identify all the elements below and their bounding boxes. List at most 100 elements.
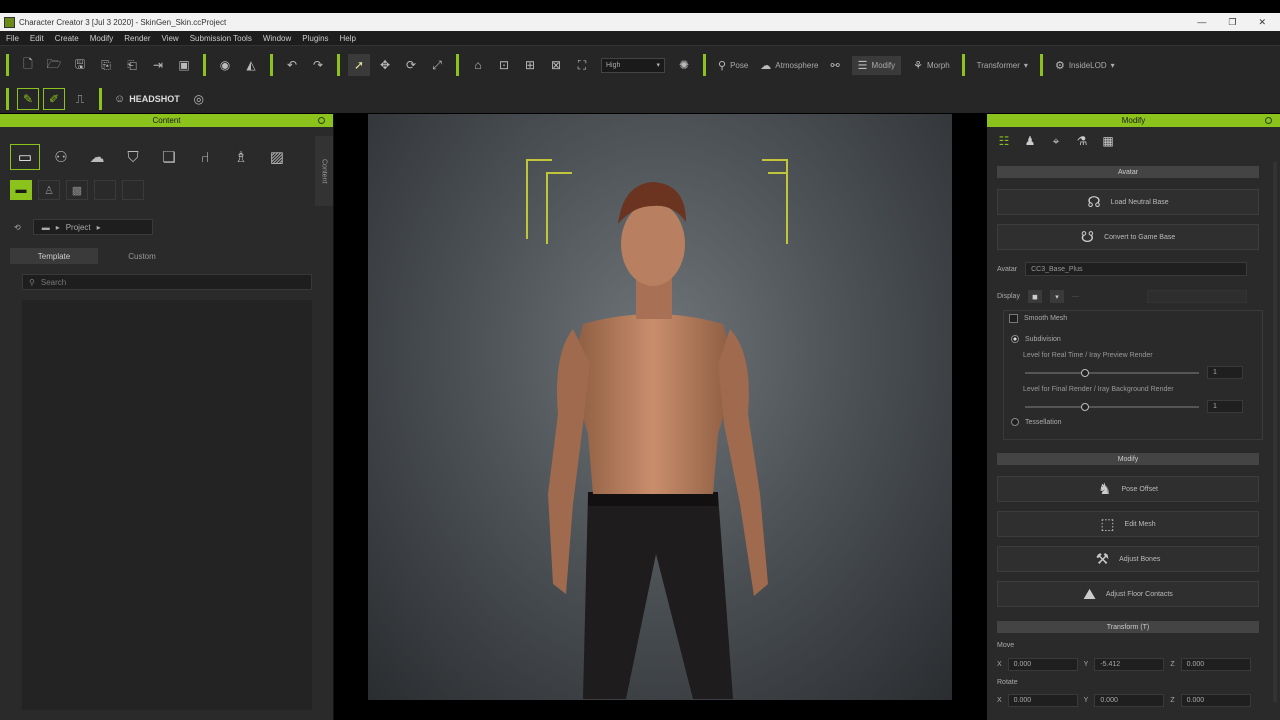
menu-view[interactable]: View [162, 34, 179, 43]
modify-button[interactable]: ☰ Modify [851, 55, 902, 75]
disabled-action-button[interactable] [1146, 290, 1247, 303]
content-search[interactable]: ⚲ Search [22, 274, 312, 290]
menu-file[interactable]: File [6, 34, 19, 43]
minimize-icon[interactable]: — [1197, 17, 1206, 27]
adjust-floor-contacts-button[interactable]: ⛰ Adjust Floor Contacts [997, 581, 1259, 607]
move-tool-icon[interactable]: ✥ [374, 54, 396, 76]
menu-edit[interactable]: Edit [30, 34, 44, 43]
level-realtime-slider[interactable] [1025, 369, 1199, 377]
folder-icon[interactable]: ▬ [10, 180, 32, 200]
menu-submission-tools[interactable]: Submission Tools [190, 34, 252, 43]
insidelod-button[interactable]: ⚙ InsideLOD ▾ [1055, 59, 1115, 72]
edit-mesh-button[interactable]: ⬚ Edit Mesh [997, 511, 1259, 537]
move-y-field[interactable]: -5.412 [1094, 658, 1165, 671]
material-icon[interactable]: ⚗ [1073, 132, 1091, 150]
send-icon[interactable]: ⇥ [147, 54, 169, 76]
rotate-z-field[interactable]: 0.000 [1180, 694, 1251, 707]
panel-close-icon[interactable] [1265, 117, 1272, 124]
content-tree[interactable] [22, 300, 312, 710]
accessory-icon[interactable]: ❏ [154, 144, 184, 170]
stamp-icon[interactable]: ⎍ [69, 88, 91, 110]
home-camera-icon[interactable]: ⌂ [467, 54, 489, 76]
headshot-button[interactable]: ☺ HEADSHOT [114, 93, 180, 105]
bone-icon[interactable]: ⌖ [1047, 132, 1065, 150]
scale-tool-icon[interactable]: ⤢ [426, 54, 448, 76]
empty-slot-2[interactable] [122, 180, 144, 200]
redo-icon[interactable]: ↷ [307, 54, 329, 76]
tessellation-radio[interactable]: Tessellation [1011, 418, 1062, 426]
sliders-icon[interactable]: ☷ [995, 132, 1013, 150]
menu-render[interactable]: Render [124, 34, 150, 43]
person-icon[interactable]: ♙ [38, 180, 60, 200]
level-realtime-value[interactable]: 1 [1207, 366, 1243, 379]
figure-icon[interactable]: ♗ [226, 144, 256, 170]
slider-thumb[interactable] [1081, 403, 1089, 411]
display-mode-3-button[interactable]: — [1072, 293, 1079, 300]
load-neutral-base-button[interactable]: ☊ Load Neutral Base [997, 189, 1259, 215]
empty-slot-1[interactable] [94, 180, 116, 200]
convert-game-base-button[interactable]: ☋ Convert to Game Base [997, 224, 1259, 250]
body-icon[interactable]: ⚇ [46, 144, 76, 170]
modify-section-header[interactable]: Modify [997, 453, 1259, 465]
headshot-settings-icon[interactable]: ◎ [188, 88, 210, 110]
modify-scrollbar[interactable] [1273, 162, 1277, 702]
content-side-tab[interactable]: Content [315, 136, 333, 206]
monitor-icon[interactable]: ▭ [10, 144, 40, 170]
quality-select[interactable]: High ▾ [601, 57, 665, 73]
transform-section-header[interactable]: Transform (T) [997, 621, 1259, 633]
open-folder-icon[interactable]: 🗁 [43, 54, 65, 76]
disabled-tool-button[interactable]: ⚯ [830, 59, 839, 72]
menu-create[interactable]: Create [55, 34, 79, 43]
level-final-slider[interactable] [1025, 403, 1199, 411]
level-final-value[interactable]: 1 [1207, 400, 1243, 413]
light-icon[interactable]: ✺ [673, 54, 695, 76]
screenshot-icon[interactable]: ▣ [173, 54, 195, 76]
import-icon[interactable]: ⎘ [95, 54, 117, 76]
move-z-field[interactable]: 0.000 [1180, 658, 1251, 671]
save-icon[interactable]: 🖫 [69, 54, 91, 76]
smooth-mesh-checkbox[interactable]: Smooth Mesh [1009, 314, 1067, 323]
menu-modify[interactable]: Modify [90, 34, 114, 43]
image-icon[interactable]: ▨ [262, 144, 292, 170]
render-icon[interactable]: ◉ [214, 54, 236, 76]
project-dropdown[interactable]: ▬ ▸ Project ▸ [32, 219, 153, 235]
export-icon[interactable]: ⎗ [121, 54, 143, 76]
undo-icon[interactable]: ↶ [281, 54, 303, 76]
pose-offset-button[interactable]: ♞ Pose Offset [997, 476, 1259, 502]
pose-button[interactable]: ⚲ Pose [718, 59, 748, 72]
rotate-tool-icon[interactable]: ⟳ [400, 54, 422, 76]
tab-template[interactable]: Template [10, 248, 98, 264]
plugin-1-icon[interactable]: ✎ [17, 88, 39, 110]
avatar-section-header[interactable]: Avatar [997, 166, 1259, 178]
cloth-icon[interactable]: ⛉ [118, 144, 148, 170]
menu-help[interactable]: Help [340, 34, 356, 43]
refresh-icon[interactable]: ⟲ [14, 223, 21, 232]
3d-viewport[interactable] [368, 114, 952, 700]
rotate-x-field[interactable]: 0.000 [1007, 694, 1078, 707]
zoom-extents-icon[interactable]: ⛶ [571, 54, 593, 76]
grid-view-icon[interactable]: ⊞ [519, 54, 541, 76]
character-model[interactable] [368, 114, 952, 700]
tab-custom[interactable]: Custom [98, 248, 186, 264]
display-mode-1-button[interactable]: ◼ [1027, 290, 1042, 303]
move-x-field[interactable]: 0.000 [1007, 658, 1078, 671]
menu-plugins[interactable]: Plugins [302, 34, 328, 43]
subdivision-radio[interactable]: Subdivision [1011, 335, 1061, 343]
morph-button[interactable]: ⚘ Morph [913, 59, 950, 72]
avatar-name-field[interactable]: CC3_Base_Plus [1025, 262, 1248, 276]
menu-window[interactable]: Window [263, 34, 291, 43]
panel-close-icon[interactable] [318, 117, 325, 124]
select-tool-icon[interactable]: ➚ [348, 54, 370, 76]
chair-icon[interactable]: ⑁ [190, 144, 220, 170]
close-icon[interactable]: ✕ [1258, 17, 1266, 28]
slider-thumb[interactable] [1081, 369, 1089, 377]
preview-icon[interactable]: ◭ [240, 54, 262, 76]
rotate-y-field[interactable]: 0.000 [1094, 694, 1165, 707]
fit-view-icon[interactable]: ⊡ [493, 54, 515, 76]
frame-icon[interactable]: ⊠ [545, 54, 567, 76]
hair-icon[interactable]: ☁ [82, 144, 112, 170]
maximize-icon[interactable]: ❐ [1228, 17, 1236, 28]
plugin-2-icon[interactable]: ✐ [43, 88, 65, 110]
picture-icon[interactable]: ▩ [66, 180, 88, 200]
checker-icon[interactable]: ▦ [1099, 132, 1117, 150]
